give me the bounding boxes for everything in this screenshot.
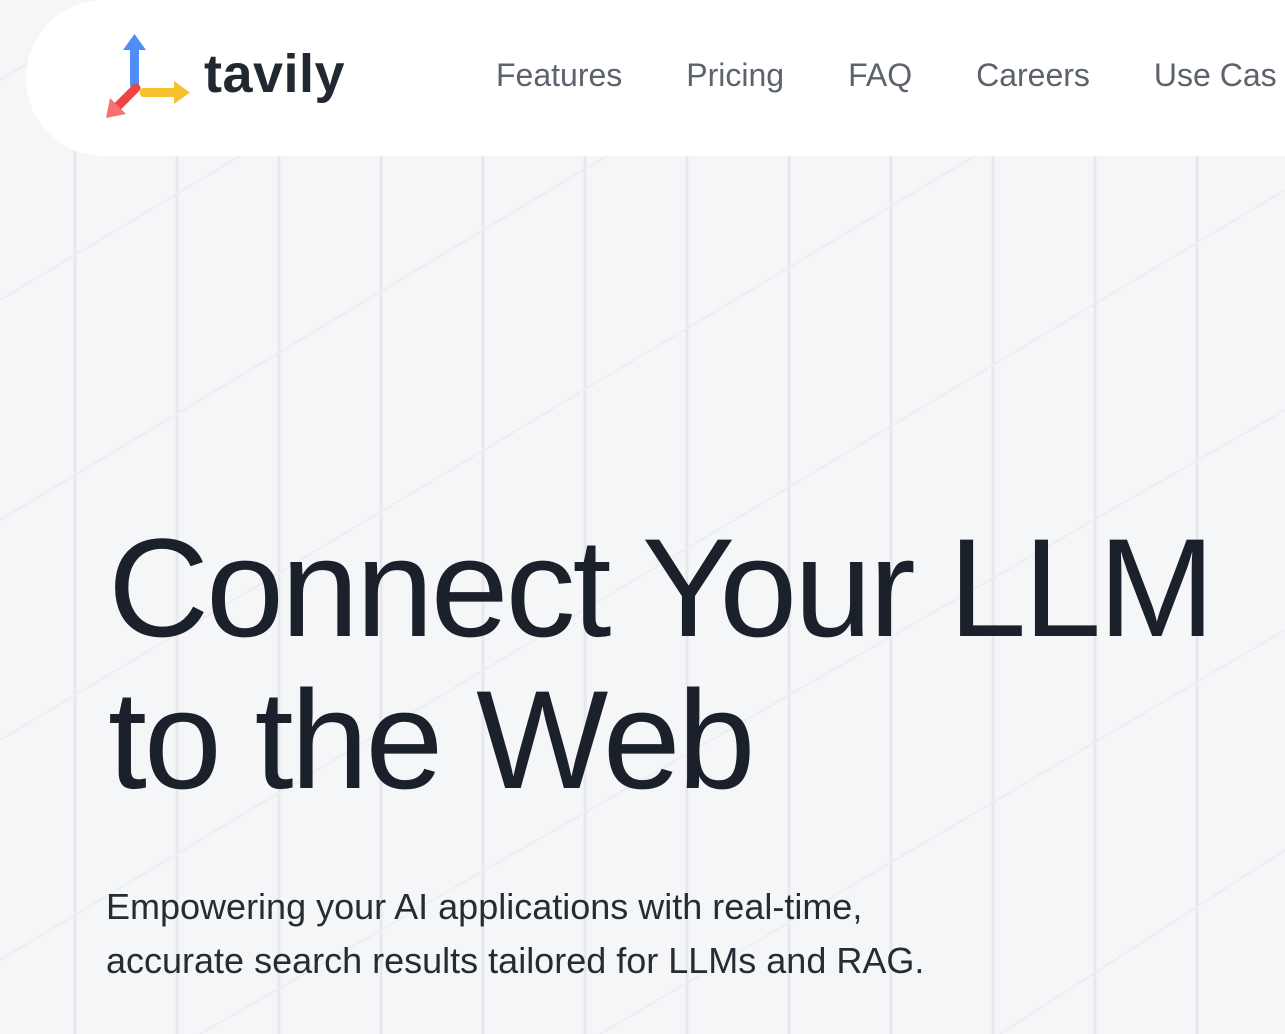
- nav-pricing[interactable]: Pricing: [686, 56, 784, 94]
- hero-title-line-1: Connect Your LLM: [108, 509, 1215, 666]
- nav-features[interactable]: Features: [496, 56, 622, 94]
- nav-careers[interactable]: Careers: [976, 56, 1090, 94]
- landing-page: tavily Features Pricing FAQ Careers Use …: [0, 0, 1285, 1034]
- hero-subtitle: Empowering your AI applications with rea…: [106, 880, 924, 988]
- top-nav: Features Pricing FAQ Careers Use Cas: [496, 56, 1285, 94]
- hero-subtitle-line-2: accurate search results tailored for LLM…: [106, 940, 925, 981]
- tavily-arrows-logo-icon: [106, 34, 190, 118]
- nav-faq[interactable]: FAQ: [848, 56, 912, 94]
- brand-name: tavily: [204, 44, 346, 104]
- hero-title-line-2: to the Web: [108, 661, 756, 818]
- nav-use-cases[interactable]: Use Cas: [1154, 56, 1277, 94]
- hero-subtitle-line-1: Empowering your AI applications with rea…: [106, 886, 863, 927]
- logo[interactable]: tavily: [104, 34, 345, 120]
- hero-title: Connect Your LLM to the Web: [108, 509, 1215, 818]
